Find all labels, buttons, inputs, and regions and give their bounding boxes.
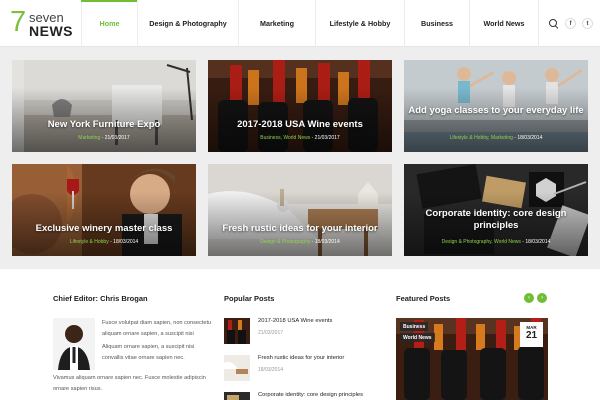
nav-item-design-photography[interactable]: Design & Photography	[137, 0, 238, 47]
card-category[interactable]: Lifestyle & Hobby, Marketing	[450, 135, 513, 141]
twitter-icon[interactable]: t	[582, 18, 593, 29]
card-title[interactable]: New York Furniture Expo	[16, 119, 192, 131]
site-logo[interactable]: 7 seven NEWS	[10, 6, 80, 39]
card-category[interactable]: Design & Photography, World News	[442, 239, 521, 245]
card-date: 21/03/2017	[104, 135, 130, 141]
popular-post-date: 18/03/2014	[258, 367, 284, 373]
card-category[interactable]: Design & Photography	[260, 239, 310, 245]
post-card-corporate[interactable]: Corporate identity: core design principl…	[404, 164, 588, 256]
card-date: 18/03/2014	[525, 239, 551, 245]
card-category[interactable]: Business, World News	[260, 135, 310, 141]
card-title[interactable]: Add yoga classes to your everyday life	[408, 105, 584, 117]
main-nav: Home Design & Photography Marketing Life…	[81, 0, 538, 47]
card-meta: Design & Photography - 18/03/2014	[260, 239, 340, 245]
card-meta: Lifestyle & Hobby - 18/03/2014	[69, 239, 139, 245]
search-icon[interactable]	[549, 18, 559, 29]
popular-post-item[interactable]: Corporate identity: core design principl…	[224, 392, 384, 400]
card-category[interactable]: Lifestyle & Hobby	[70, 239, 109, 245]
card-date: 21/03/2017	[314, 135, 340, 141]
featured-heading: Featured Posts	[396, 294, 451, 303]
popular-post-title[interactable]: Fresh rustic ideas for your interior	[258, 355, 344, 361]
chevron-right-icon[interactable]: ›	[537, 293, 547, 303]
facebook-icon[interactable]: f	[565, 18, 576, 29]
chevron-left-icon[interactable]: ‹	[524, 293, 534, 303]
editor-bio-more: Vivamus aliquam ornare sapien nec. Fusce…	[53, 373, 213, 394]
card-title[interactable]: 2017-2018 USA Wine events	[212, 119, 388, 131]
popular-post-thumb[interactable]	[224, 392, 250, 400]
logo-text-bottom: NEWS	[29, 23, 73, 39]
nav-item-business[interactable]: Business	[404, 0, 469, 47]
featured-carousel-controls: ‹ ›	[524, 293, 547, 303]
card-date: 18/03/2014	[314, 239, 340, 245]
featured-tag[interactable]: World News	[400, 333, 435, 342]
popular-post-title[interactable]: 2017-2018 USA Wine events	[258, 318, 332, 324]
card-meta: Business, World News - 21/03/2017	[260, 135, 340, 141]
featured-tag[interactable]: Business	[400, 322, 429, 331]
popular-post-thumb[interactable]	[224, 355, 250, 381]
popular-heading: Popular Posts	[224, 294, 275, 303]
editor-bio: Fusce volutpat diam sapien, non consecte…	[102, 318, 214, 364]
post-card-wine-events[interactable]: 2017-2018 USA Wine events Business, Worl…	[208, 60, 392, 152]
featured-date-day: 21	[525, 330, 538, 341]
nav-item-home[interactable]: Home	[81, 0, 137, 47]
post-card-rustic[interactable]: Fresh rustic ideas for your interior Des…	[208, 164, 392, 256]
header-tools: f t	[538, 0, 600, 47]
card-title[interactable]: Fresh rustic ideas for your interior	[212, 223, 388, 235]
card-meta: Marketing - 21/03/2017	[78, 135, 130, 141]
nav-item-lifestyle-hobby[interactable]: Lifestyle & Hobby	[315, 0, 404, 47]
popular-post-item[interactable]: 2017-2018 USA Wine events 21/03/2017	[224, 318, 384, 344]
popular-post-thumb[interactable]	[224, 318, 250, 344]
popular-post-title[interactable]: Corporate identity: core design principl…	[258, 392, 363, 398]
post-card-furniture-expo[interactable]: New York Furniture Expo Marketing - 21/0…	[12, 60, 196, 152]
editor-heading: Chief Editor: Chris Brogan	[53, 294, 148, 303]
nav-item-world-news[interactable]: World News	[469, 0, 538, 47]
card-date: 18/03/2014	[517, 135, 543, 141]
post-card-yoga[interactable]: Add yoga classes to your everyday life L…	[404, 60, 588, 152]
card-title[interactable]: Exclusive winery master class	[16, 223, 192, 235]
editor-avatar	[53, 318, 95, 370]
editor-bio-para2a: Aliquam ornare sapien, a suscipit nisi c…	[102, 344, 195, 362]
card-date: 18/03/2014	[113, 239, 139, 245]
card-meta: Lifestyle & Hobby, Marketing - 18/03/201…	[449, 135, 543, 141]
editor-bio-para2b: Vivamus aliquam ornare sapien nec. Fusce…	[53, 375, 206, 392]
nav-item-marketing[interactable]: Marketing	[238, 0, 315, 47]
logo-number: 7	[10, 6, 27, 38]
featured-date-badge: MAR 21	[520, 322, 543, 347]
card-category[interactable]: Marketing	[78, 135, 100, 141]
editor-bio-para1: Fusce volutpat diam sapien, non consecte…	[102, 320, 212, 337]
popular-post-date: 21/03/2017	[258, 330, 284, 336]
card-meta: Design & Photography, World News - 18/03…	[441, 239, 551, 245]
site-header: 7 seven NEWS Home Design & Photography M…	[0, 0, 600, 47]
card-title[interactable]: Corporate identity: core design principl…	[408, 208, 584, 232]
post-card-winery[interactable]: Exclusive winery master class Lifestyle …	[12, 164, 196, 256]
popular-post-item[interactable]: Fresh rustic ideas for your interior 18/…	[224, 355, 384, 381]
